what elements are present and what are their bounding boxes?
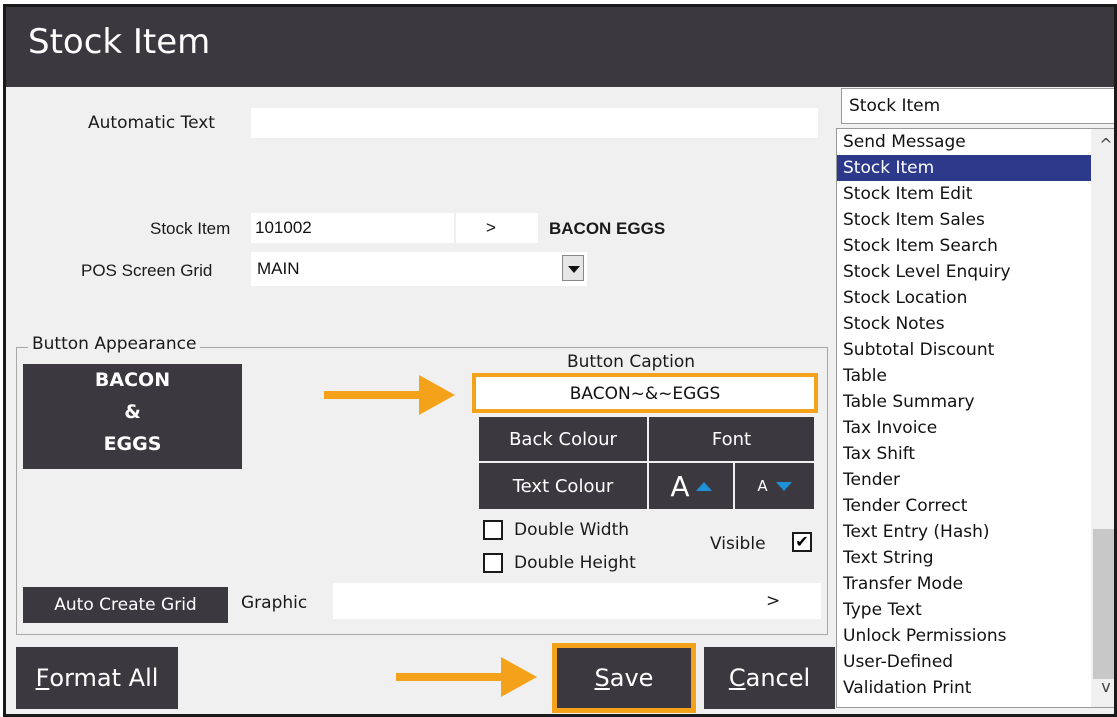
triangle-up-icon [695,481,712,491]
stock-item-name: BACON EGGS [549,219,666,238]
function-list-items: Send Message Stock Item Stock Item Edit … [837,129,1091,701]
double-height-label: Double Height [514,553,636,573]
stock-item-lookup-button[interactable]: > [456,213,538,243]
list-item[interactable]: Send Message [837,129,1091,155]
font-size-up-button[interactable]: A [649,463,733,509]
function-combo[interactable]: Stock Item [841,88,1114,124]
pos-grid-value: MAIN [257,259,300,278]
pos-grid-select[interactable]: MAIN [251,252,587,286]
check-icon: ✔ [795,532,809,551]
list-item[interactable]: Stock Notes [837,311,1091,337]
dropdown-button[interactable] [562,255,584,281]
list-item[interactable]: Stock Item Sales [837,207,1091,233]
cancel-text: ancel [745,664,811,692]
list-item[interactable]: Stock Item Edit [837,181,1091,207]
button-caption-label: Button Caption [567,352,695,372]
window-title: Stock Item [28,22,211,62]
double-width-checkbox[interactable] [483,520,503,540]
preview-line: BACON [94,369,171,391]
list-item[interactable]: Unlock Permissions [837,623,1091,649]
stock-item-code-input[interactable]: 101002 [251,213,454,243]
function-list[interactable]: Send Message Stock Item Stock Item Edit … [836,128,1114,708]
save-mnemonic: S [594,664,610,692]
save-text: ave [609,664,654,692]
list-item[interactable]: Tax Invoice [837,415,1091,441]
format-all-mnemonic: F [35,664,50,692]
list-item[interactable]: Transfer Mode [837,571,1091,597]
font-small-glyph: A [757,477,768,495]
list-item[interactable]: Text Entry (Hash) [837,519,1091,545]
font-button[interactable]: Font [649,417,814,461]
scroll-up-icon[interactable]: ^ [1091,135,1114,154]
list-item[interactable]: Validation Print [837,675,1091,701]
chevron-down-icon [568,266,580,273]
automatic-text-input[interactable] [251,108,818,138]
highlight-arrow [396,657,541,697]
list-item[interactable]: Tax Shift [837,441,1091,467]
automatic-text-label: Automatic Text [88,113,215,133]
cancel-button[interactable]: Cancel [704,647,835,709]
graphic-label: Graphic [241,593,308,613]
list-item[interactable]: Stock Item Search [837,233,1091,259]
cancel-mnemonic: C [728,664,746,692]
preview-line: & [124,401,141,423]
font-large-glyph: A [670,469,690,503]
button-caption-input[interactable]: BACON~&~EGGS [472,373,818,413]
list-item[interactable]: Tender Correct [837,493,1091,519]
font-size-down-button[interactable]: A [735,463,814,509]
graphic-lookup-button[interactable]: > [766,591,780,611]
stock-item-dialog: Stock Item Automatic Text Stock Item 101… [3,4,1117,717]
list-item[interactable]: Stock Location [837,285,1091,311]
double-height-checkbox[interactable] [483,553,503,573]
text-colour-button[interactable]: Text Colour [479,463,647,509]
scroll-thumb[interactable] [1093,529,1114,679]
list-item[interactable]: Stock Item [837,155,1091,181]
format-all-text: ormat All [49,664,159,692]
stock-item-label: Stock Item [150,219,231,238]
list-scrollbar[interactable]: ^ v [1091,129,1114,707]
title-bar: Stock Item [6,7,1114,87]
double-width-label: Double Width [514,520,630,540]
pos-grid-label: POS Screen Grid [81,261,213,280]
visible-label: Visible [710,534,766,554]
list-item[interactable]: Tender [837,467,1091,493]
scroll-down-icon[interactable]: v [1091,677,1114,696]
preview-line: EGGS [103,433,162,455]
list-item[interactable]: Stock Level Enquiry [837,259,1091,285]
button-appearance-label: Button Appearance [28,334,201,354]
list-item[interactable]: Table Summary [837,389,1091,415]
list-item[interactable]: Subtotal Discount [837,337,1091,363]
list-item[interactable]: Table [837,363,1091,389]
triangle-down-icon [775,481,792,491]
save-button[interactable]: Save [552,643,696,713]
list-item[interactable]: Type Text [837,597,1091,623]
list-item[interactable]: Text String [837,545,1091,571]
auto-create-grid-button[interactable]: Auto Create Grid [23,587,228,623]
highlight-arrow [324,375,455,415]
list-item[interactable]: User-Defined [837,649,1091,675]
back-colour-button[interactable]: Back Colour [479,417,647,461]
button-preview: BACON & EGGS [23,364,242,469]
format-all-button[interactable]: Format All [16,647,178,709]
graphic-input[interactable] [333,583,821,619]
visible-checkbox[interactable]: ✔ [792,532,812,552]
